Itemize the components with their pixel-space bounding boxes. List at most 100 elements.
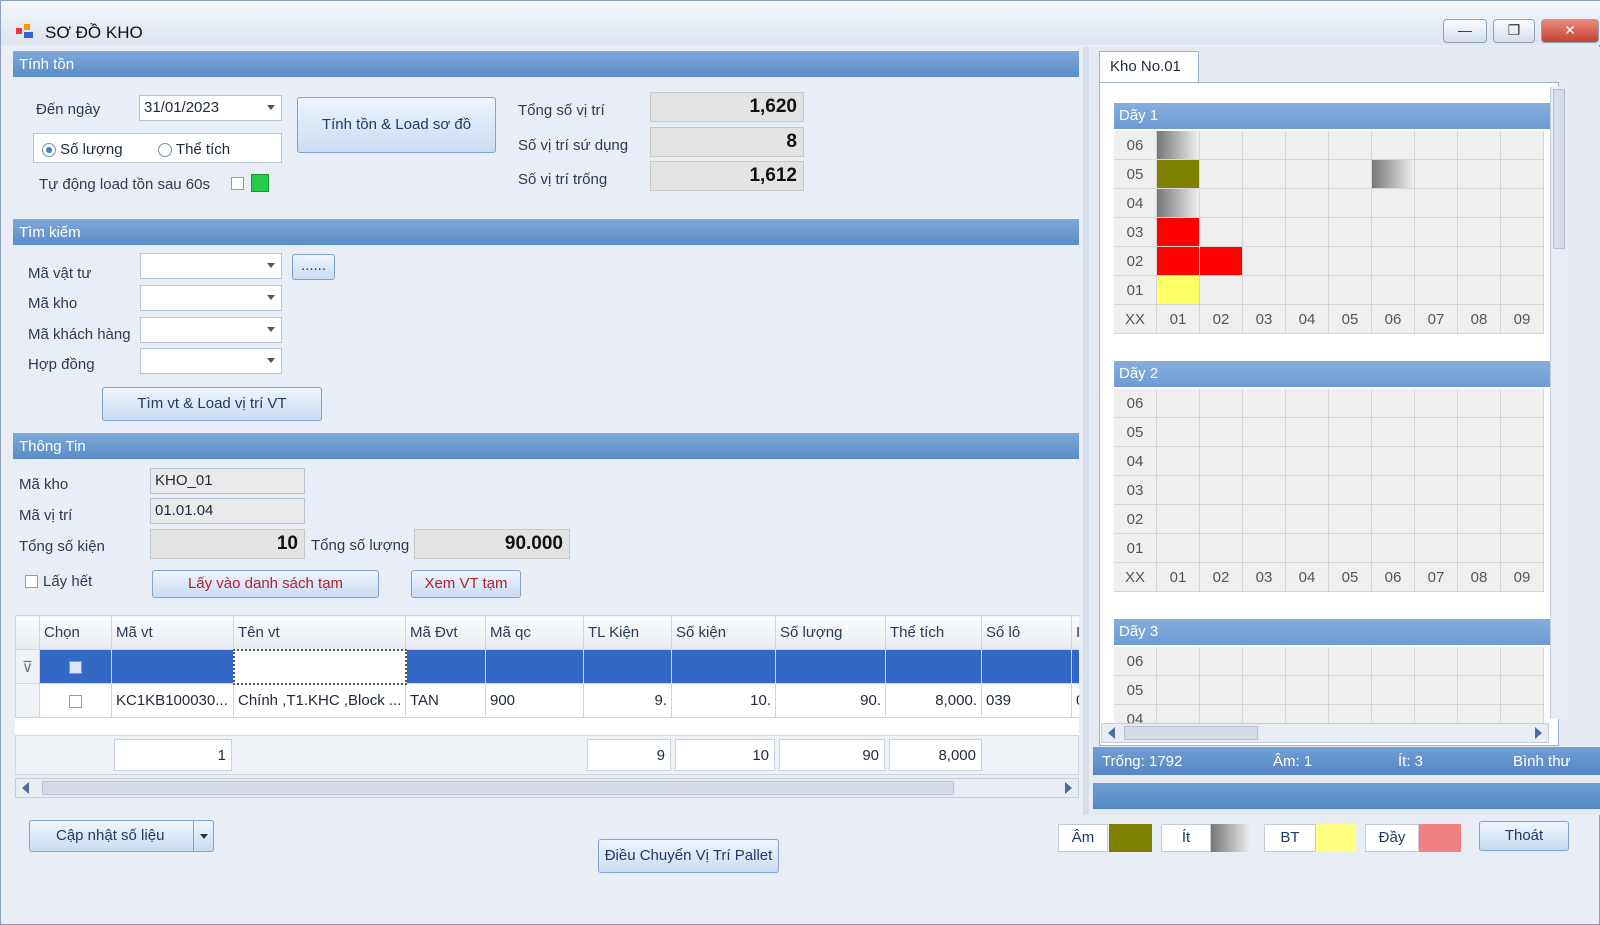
col-header-tl-kien[interactable]: TL Kiện [583,615,672,650]
slot-cell[interactable] [1243,247,1286,276]
slot-cell[interactable] [1415,160,1458,189]
slot-cell[interactable] [1243,447,1286,476]
slot-cell[interactable] [1372,534,1415,563]
slot-cell[interactable] [1415,676,1458,705]
slot-cell[interactable] [1372,505,1415,534]
slot-cell[interactable] [1200,676,1243,705]
filter-cell[interactable] [405,649,486,684]
slot-cell[interactable] [1501,505,1544,534]
slot-cell[interactable] [1458,647,1501,676]
slot-cell[interactable] [1243,276,1286,305]
slot-cell[interactable] [1501,647,1544,676]
slot-cell[interactable] [1415,189,1458,218]
slot-cell[interactable] [1372,389,1415,418]
cell-ma-qc[interactable]: 900 [485,683,584,718]
slot-cell[interactable] [1458,189,1501,218]
slot-cell[interactable] [1200,160,1243,189]
tab-kho-no-01[interactable]: Kho No.01 [1099,51,1199,83]
slot-cell[interactable] [1157,189,1200,218]
col-header-so-lo[interactable]: Số lô [981,615,1072,650]
slot-cell[interactable] [1243,534,1286,563]
slot-cell[interactable] [1329,676,1372,705]
cell-so-lo[interactable]: 039 [981,683,1072,718]
chevron-down-icon[interactable] [267,327,275,332]
slot-cell[interactable] [1372,189,1415,218]
auto-load-checkbox[interactable] [231,177,244,190]
ma-vat-tu-select[interactable] [140,253,282,279]
slot-cell[interactable] [1329,160,1372,189]
slot-cell[interactable] [1329,131,1372,160]
slot-cell[interactable] [1200,418,1243,447]
cell-ma-dvt[interactable]: TAN [405,683,486,718]
slot-cell[interactable] [1286,189,1329,218]
lay-het-checkbox[interactable] [25,575,38,588]
col-header-extra[interactable]: I [1071,615,1079,650]
slot-cell[interactable] [1200,247,1243,276]
chevron-down-icon[interactable] [267,358,275,363]
den-ngay-datepicker[interactable]: 31/01/2023 [139,95,282,121]
slot-cell[interactable] [1415,131,1458,160]
slot-cell[interactable] [1458,476,1501,505]
cell-ma-vt[interactable]: KC1KB100030... [111,683,234,718]
cap-nhat-so-lieu-button[interactable]: Cập nhật số liệu [29,820,214,852]
chevron-down-icon[interactable] [267,105,275,110]
filter-cell[interactable] [885,649,982,684]
slot-cell[interactable] [1157,505,1200,534]
slot-cell[interactable] [1157,476,1200,505]
chevron-down-icon[interactable] [267,263,275,268]
slot-cell[interactable] [1329,505,1372,534]
map-vertical-scrollbar[interactable] [1550,87,1568,719]
slot-cell[interactable] [1200,534,1243,563]
slot-cell[interactable] [1415,534,1458,563]
slot-cell[interactable] [1458,389,1501,418]
scroll-thumb[interactable] [1553,89,1565,249]
slot-cell[interactable] [1501,276,1544,305]
slot-cell[interactable] [1157,447,1200,476]
slot-cell[interactable] [1458,418,1501,447]
cell-ten-vt[interactable]: Chính ,T1.KHC ,Block ... [233,683,406,718]
slot-cell[interactable] [1286,131,1329,160]
slot-cell[interactable] [1458,276,1501,305]
scroll-thumb[interactable] [42,781,954,795]
slot-cell[interactable] [1200,505,1243,534]
chevron-down-icon[interactable] [267,295,275,300]
slot-cell[interactable] [1286,505,1329,534]
slot-cell[interactable] [1501,418,1544,447]
col-header-chon[interactable]: Chọn [39,615,112,650]
slot-cell[interactable] [1243,131,1286,160]
slot-cell[interactable] [1200,389,1243,418]
slot-cell[interactable] [1415,247,1458,276]
slot-cell[interactable] [1157,218,1200,247]
slot-cell[interactable] [1458,160,1501,189]
col-header-so-luong[interactable]: Số lượng [775,615,886,650]
slot-cell[interactable] [1157,389,1200,418]
slot-cell[interactable] [1243,218,1286,247]
slot-cell[interactable] [1501,476,1544,505]
slot-cell[interactable] [1200,131,1243,160]
scroll-right-icon[interactable] [1535,727,1542,739]
slot-cell[interactable] [1157,647,1200,676]
slot-cell[interactable] [1372,276,1415,305]
slot-cell[interactable] [1329,247,1372,276]
dieu-chuyen-vi-tri-pallet-button[interactable]: Điều Chuyển Vị Trí Pallet [598,839,779,873]
tinh-ton-load-button[interactable]: Tính tồn & Load sơ đồ [297,97,496,153]
slot-cell[interactable] [1458,247,1501,276]
row-checkbox[interactable] [69,694,82,708]
ma-khach-hang-select[interactable] [140,317,282,343]
slot-cell[interactable] [1372,676,1415,705]
slot-cell[interactable] [1200,476,1243,505]
slot-cell[interactable] [1501,247,1544,276]
ma-kho-select[interactable] [140,285,282,311]
slot-cell[interactable] [1415,389,1458,418]
col-header-the-tich[interactable]: Thể tích [885,615,982,650]
slot-cell[interactable] [1501,189,1544,218]
hop-dong-select[interactable] [140,348,282,374]
lay-vao-danh-sach-tam-button[interactable]: Lấy vào danh sách tạm [152,570,379,598]
radio-so-luong[interactable]: Số lượng [42,141,123,158]
dropdown-arrow-icon[interactable] [193,821,213,851]
slot-cell[interactable] [1329,189,1372,218]
slot-cell[interactable] [1415,276,1458,305]
slot-cell[interactable] [1157,534,1200,563]
slot-cell[interactable] [1458,505,1501,534]
slot-cell[interactable] [1372,160,1415,189]
